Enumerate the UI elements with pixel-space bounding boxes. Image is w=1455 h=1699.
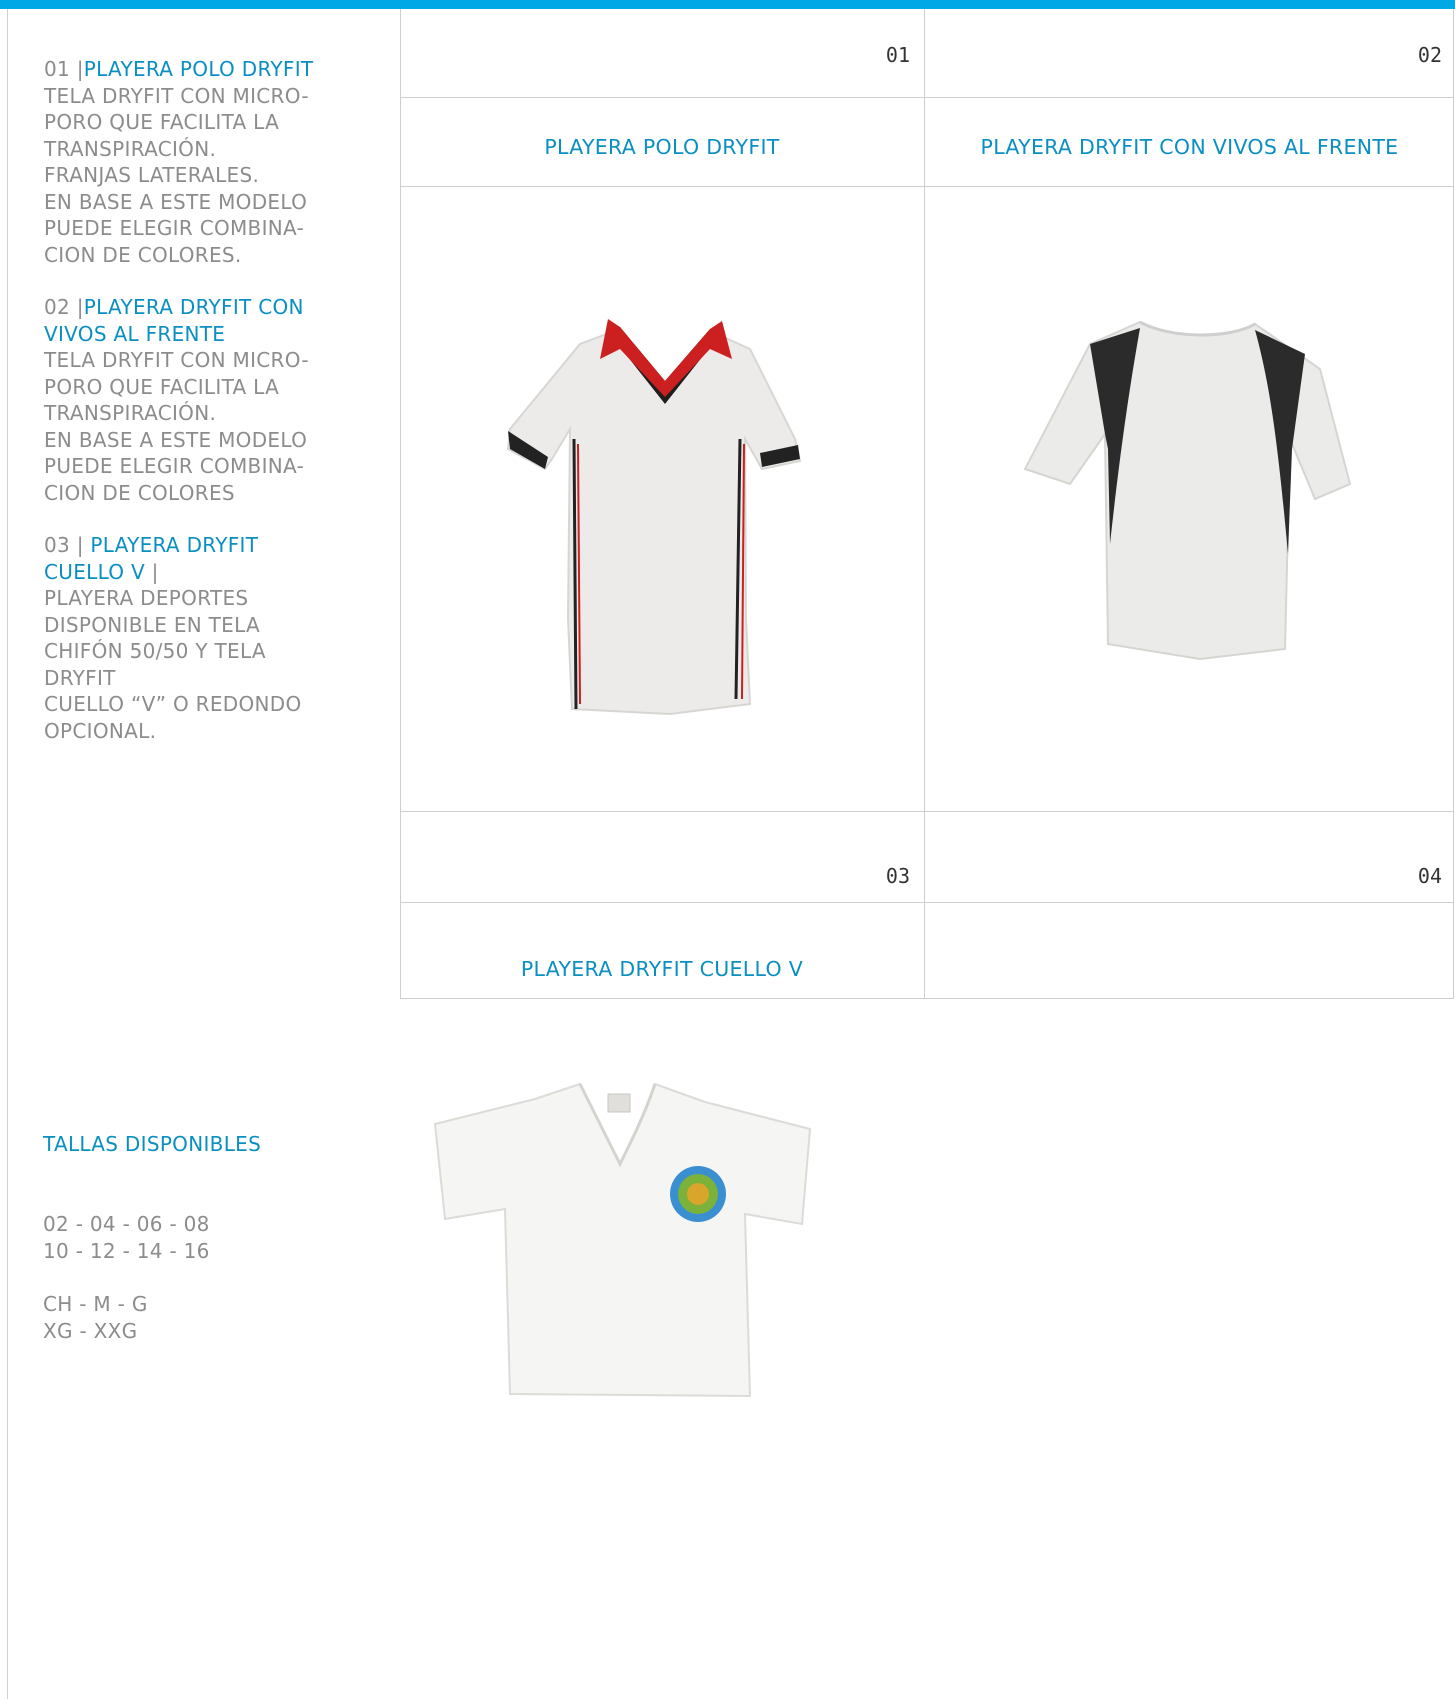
- item-03-line: DISPONIBLE EN TELA: [44, 612, 261, 637]
- grid-rule: [400, 186, 1454, 187]
- cell-number-01: 01: [885, 43, 910, 67]
- description-item-01: 01 |PLAYERA POLO DRYFIT TELA DRYFIT CON …: [44, 56, 364, 268]
- item-03-name-cont: CUELLO V: [44, 559, 145, 584]
- v-neck-shirt-image: [433, 1082, 812, 1398]
- description-item-02: 02 |PLAYERA DRYFIT CON VIVOS AL FRENTE T…: [44, 294, 364, 506]
- numeric-sizes: 02 - 04 - 06 - 08 10 - 12 - 14 - 16: [43, 1211, 210, 1265]
- item-02-line: CION DE COLORES: [44, 480, 235, 505]
- product-grid: 01 02 03 04 PLAYERA POLO DRYFIT PLAYERA …: [400, 9, 1454, 1398]
- sizes-section: TALLAS DISPONIBLES: [43, 1131, 261, 1158]
- item-03-line: CHIFÓN 50/50 Y TELA: [44, 639, 266, 663]
- item-02-line: TRANSPIRACIÓN.: [44, 401, 217, 425]
- item-02-line: EN BASE A ESTE MODELO: [44, 427, 308, 452]
- item-01-line: CION DE COLORES.: [44, 242, 242, 267]
- item-01-prefix: 01 |: [44, 57, 84, 81]
- item-01-line: PUEDE ELEGIR COMBINA-: [44, 216, 305, 240]
- item-03-line: DRYFIT: [44, 665, 116, 690]
- item-02-line: TELA DRYFIT CON MICRO-: [44, 348, 309, 372]
- size-row: 10 - 12 - 14 - 16: [43, 1239, 210, 1263]
- size-row: 02 - 04 - 06 - 08: [43, 1212, 210, 1236]
- item-03-line: PLAYERA DEPORTES: [44, 586, 249, 610]
- dryfit-shirt-image: [1023, 320, 1352, 661]
- grid-rule: [400, 902, 1454, 903]
- item-01-name: PLAYERA POLO DRYFIT: [83, 57, 314, 81]
- cell-number-03: 03: [885, 864, 910, 888]
- sizes-heading: TALLAS DISPONIBLES: [43, 1132, 262, 1156]
- cell-number-02: 02: [1417, 43, 1442, 67]
- grid-rule: [924, 998, 1454, 999]
- item-01-line: FRANJAS LATERALES.: [44, 163, 260, 187]
- item-02-name-cont: VIVOS AL FRENTE: [44, 321, 226, 346]
- item-01-line: TELA DRYFIT CON MICRO-: [44, 83, 309, 108]
- cell-number-04: 04: [1417, 864, 1442, 888]
- item-01-line: PORO QUE FACILITA LA: [44, 110, 280, 134]
- top-accent-bar: [0, 0, 1455, 9]
- description-item-03: 03 | PLAYERA DRYFIT CUELLO V | PLAYERA D…: [44, 532, 364, 744]
- product-descriptions: 01 |PLAYERA POLO DRYFIT TELA DRYFIT CON …: [44, 56, 364, 770]
- grid-rule: [400, 998, 924, 999]
- grid-rule: [400, 811, 1454, 812]
- size-row: XG - XXG: [43, 1319, 138, 1343]
- item-01-line: TRANSPIRACIÓN.: [44, 136, 217, 161]
- item-03-prefix: 03 |: [44, 533, 91, 557]
- item-02-name: PLAYERA DRYFIT CON: [83, 295, 304, 319]
- size-row: CH - M - G: [43, 1292, 148, 1316]
- item-03-line: CUELLO “V” O REDONDO: [44, 692, 302, 716]
- product-title-01: PLAYERA POLO DRYFIT: [544, 135, 780, 159]
- item-03-suffix: |: [145, 559, 159, 584]
- grid-rule: [400, 97, 1454, 98]
- item-01-line: EN BASE A ESTE MODELO: [44, 189, 308, 214]
- left-margin-rule: [7, 9, 8, 1699]
- product-title-02: PLAYERA DRYFIT CON VIVOS AL FRENTE: [980, 135, 1399, 159]
- product-title-03: PLAYERA DRYFIT CUELLO V: [520, 957, 804, 981]
- item-02-line: PORO QUE FACILITA LA: [44, 374, 280, 399]
- item-02-prefix: 02 |: [44, 295, 84, 319]
- item-02-line: PUEDE ELEGIR COMBINA-: [44, 454, 305, 478]
- item-03-name: PLAYERA DRYFIT: [90, 533, 259, 557]
- letter-sizes: CH - M - G XG - XXG: [43, 1291, 148, 1345]
- polo-shirt-image: [506, 319, 802, 716]
- item-03-line: OPCIONAL.: [44, 718, 157, 743]
